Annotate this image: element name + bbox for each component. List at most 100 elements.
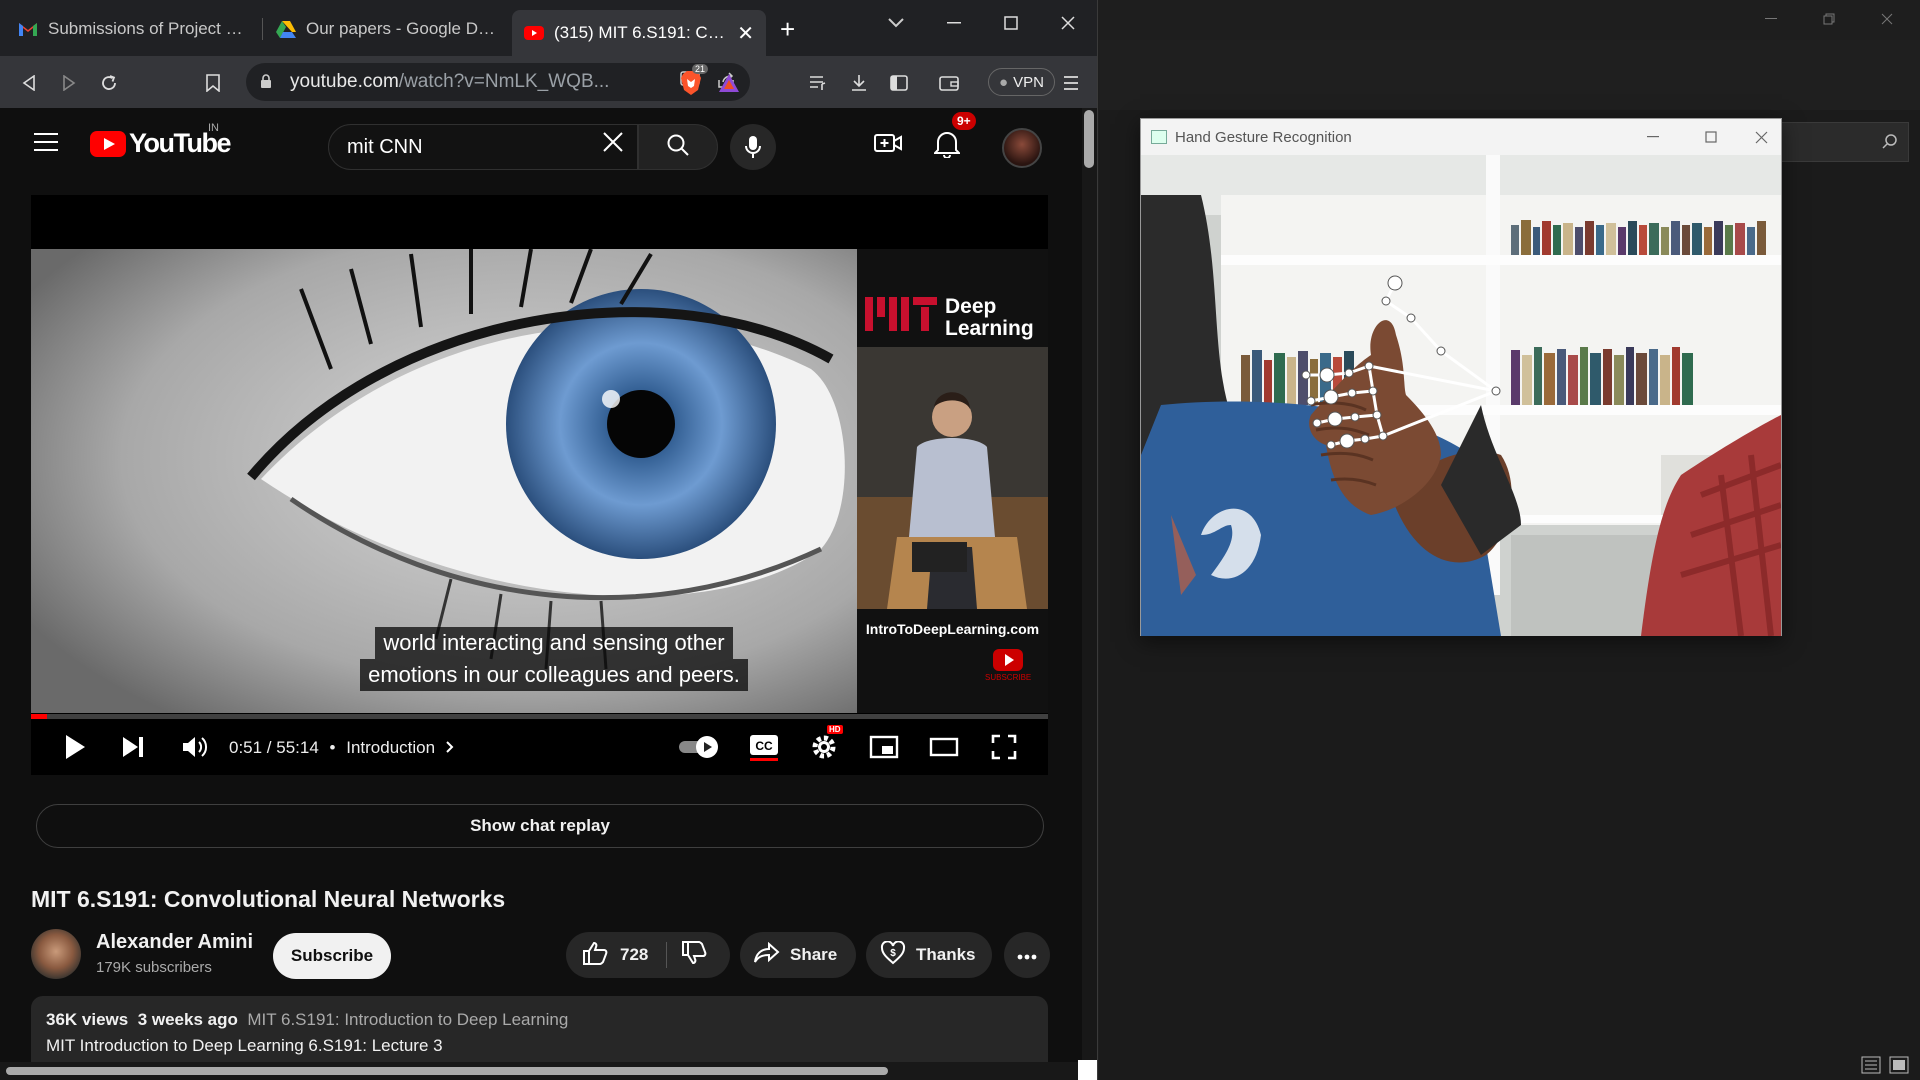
scrollbar-corner [1078, 1060, 1097, 1080]
hand-landmark-point [1372, 410, 1382, 420]
time-display: 0:51 / 55:14 • Introduction [229, 738, 454, 758]
background-window-titlebar [1099, 0, 1920, 40]
close-tab-icon[interactable]: ✕ [737, 21, 754, 46]
show-chat-replay-button[interactable]: Show chat replay [36, 804, 1044, 848]
youtube-play-icon [90, 130, 126, 157]
minimize-button[interactable] [934, 8, 974, 38]
account-avatar[interactable] [1002, 128, 1042, 168]
address-bar[interactable]: youtube.com/watch?v=NmLK_WQB... [246, 63, 750, 101]
notifications-bell-icon[interactable] [932, 130, 962, 163]
new-tab-button[interactable]: + [780, 14, 795, 45]
horizontal-scrollbar[interactable] [0, 1062, 1082, 1080]
menu-icon[interactable] [1058, 70, 1084, 96]
subscriber-count: 179K subscribers [96, 959, 212, 976]
brave-rewards-icon[interactable] [716, 70, 742, 96]
gesture-maximize-button[interactable] [1691, 123, 1731, 151]
grid-view-icon[interactable] [1889, 1056, 1909, 1079]
forward-icon[interactable] [56, 70, 82, 96]
hand-landmark-point [1301, 370, 1311, 380]
playlist-icon[interactable] [806, 70, 832, 96]
tab-google-drive[interactable]: Our papers - Google Drive [264, 8, 508, 50]
tab-gmail[interactable]: Submissions of Project Report , [6, 8, 262, 50]
vertical-scrollbar-thumb[interactable] [1084, 110, 1094, 168]
channel-avatar[interactable] [31, 929, 81, 979]
subscribe-watermark[interactable]: SUBSCRIBE [985, 649, 1031, 682]
bg-minimize-button[interactable] [1751, 4, 1791, 34]
thumbs-up-icon [582, 941, 608, 970]
settings-gear-icon[interactable]: HD [807, 725, 843, 763]
player-controls: 0:51 / 55:14 • Introduction CC HD [31, 719, 1048, 775]
captions-cc-icon[interactable]: CC [747, 731, 781, 763]
play-icon[interactable] [59, 731, 91, 763]
vertical-scrollbar[interactable] [1082, 108, 1097, 1064]
subscribe-watermark-text: SUBSCRIBE [985, 673, 1032, 682]
search-icon [666, 133, 690, 162]
autoplay-toggle[interactable] [677, 731, 723, 763]
notification-count-badge: 9+ [952, 112, 976, 130]
dislike-button[interactable] [681, 940, 707, 970]
bookmark-icon[interactable] [200, 70, 226, 96]
gesture-window-title: Hand Gesture Recognition [1175, 128, 1352, 146]
more-actions-button[interactable] [1004, 932, 1050, 978]
microphone-icon[interactable] [730, 124, 776, 170]
miniplayer-icon[interactable] [867, 731, 901, 763]
download-icon[interactable] [846, 70, 872, 96]
video-player[interactable]: Deep Learning IntroToDeepLearning.com SU… [31, 195, 1048, 775]
subscribe-button[interactable]: Subscribe [273, 933, 391, 979]
svg-text:CC: CC [755, 739, 773, 753]
gesture-close-button[interactable] [1741, 123, 1781, 151]
search-input[interactable]: mit CNN [328, 124, 638, 170]
gesture-minimize-button[interactable] [1633, 123, 1673, 151]
close-window-button[interactable] [1048, 8, 1088, 38]
hand-landmark-point [1491, 386, 1501, 396]
create-video-icon[interactable] [874, 132, 902, 159]
share-button[interactable]: Share [740, 932, 856, 978]
lecturer-video-inset [857, 347, 1048, 609]
gesture-window-titlebar[interactable]: Hand Gesture Recognition [1141, 119, 1781, 155]
video-title: MIT 6.S191: Convolutional Neural Network… [31, 886, 506, 912]
like-button[interactable]: 728 [566, 941, 648, 970]
maximize-button[interactable] [991, 8, 1031, 38]
tab-separator [262, 18, 263, 40]
youtube-logo[interactable]: YouTube IN [90, 122, 231, 159]
lock-icon [260, 74, 276, 90]
hand-landmark-point [1364, 361, 1374, 371]
tab-youtube[interactable]: (315) MIT 6.S191: Convoluti ✕ [512, 10, 766, 56]
hand-landmark-point [1347, 388, 1357, 398]
horizontal-scrollbar-thumb[interactable] [6, 1067, 888, 1075]
channel-name[interactable]: Alexander Amini [96, 931, 253, 954]
chevron-down-icon[interactable] [888, 12, 904, 33]
fullscreen-icon[interactable] [987, 731, 1021, 763]
chevron-right-icon[interactable] [446, 738, 454, 757]
hand-landmark-point [1368, 386, 1378, 396]
list-view-icon[interactable] [1861, 1056, 1881, 1079]
playlist-link[interactable]: MIT 6.S191: Introduction to Deep Learnin… [247, 1010, 568, 1029]
like-divider [666, 942, 668, 968]
thanks-button[interactable]: $ Thanks [866, 932, 992, 978]
theater-mode-icon[interactable] [927, 731, 961, 763]
hamburger-menu-icon[interactable] [34, 133, 58, 151]
bg-restore-button[interactable] [1809, 4, 1849, 34]
hd-badge: HD [827, 725, 843, 734]
next-video-icon[interactable] [117, 731, 149, 763]
sidebar-icon[interactable] [886, 70, 912, 96]
hand-landmark-point [1327, 411, 1343, 427]
wallet-icon[interactable] [936, 70, 962, 96]
hand-gesture-window[interactable]: Hand Gesture Recognition [1140, 118, 1782, 636]
description-box[interactable]: 36K views 3 weeks ago MIT 6.S191: Introd… [31, 996, 1048, 1062]
like-dislike-group: 728 [566, 932, 730, 978]
brave-shield-icon[interactable]: 21 [676, 64, 709, 96]
chapter-label[interactable]: Introduction [346, 738, 435, 757]
back-icon[interactable] [16, 70, 42, 96]
country-code: IN [208, 122, 219, 134]
volume-icon[interactable] [177, 731, 213, 763]
search-button[interactable] [638, 124, 718, 170]
bg-close-button[interactable] [1867, 4, 1907, 34]
landmark-connection [1382, 389, 1497, 438]
mit-logo-bars [865, 293, 939, 342]
vpn-button[interactable]: ● VPN [988, 68, 1055, 96]
reload-icon[interactable] [96, 70, 122, 96]
bg-search-box[interactable] [1781, 122, 1909, 162]
youtube-header: YouTube IN mit CNN 9+ [0, 108, 1082, 184]
clear-search-icon[interactable] [602, 128, 624, 160]
